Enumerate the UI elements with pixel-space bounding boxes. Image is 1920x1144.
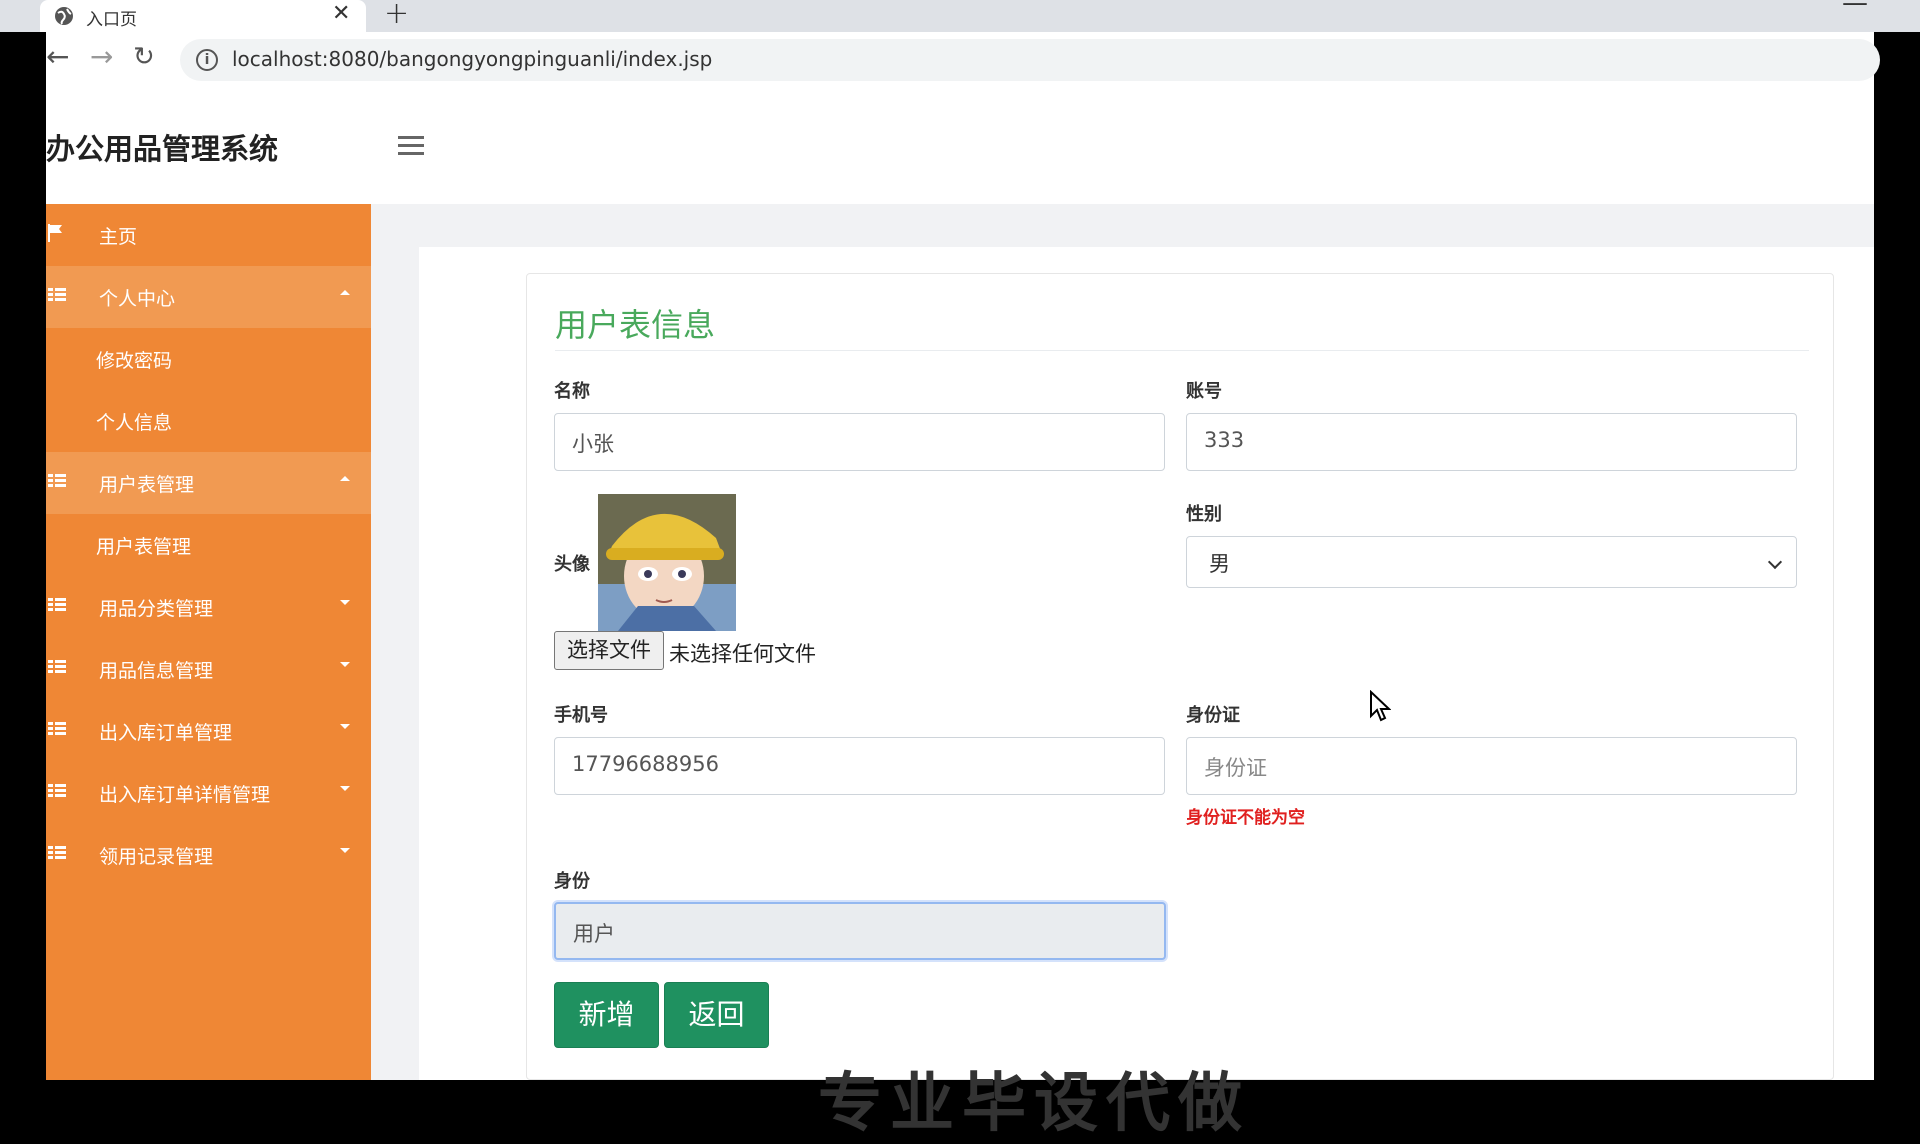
divider [555, 350, 1809, 351]
browser-toolbar: ← → ↻ i localhost:8080/bangongyongpingua… [46, 32, 1880, 88]
caret-up-icon [340, 476, 350, 481]
sidebar-item-personal-center[interactable]: 个人中心 [46, 266, 371, 328]
sidebar-item-order-management[interactable]: 出入库订单管理 [46, 700, 371, 762]
add-button[interactable]: 新增 [554, 982, 659, 1048]
caret-down-icon [340, 848, 350, 853]
sidebar-item-category-management[interactable]: 用品分类管理 [46, 576, 371, 638]
caret-down-icon [340, 600, 350, 605]
account-input[interactable]: 333 [1186, 413, 1797, 471]
minimize-window-button[interactable]: — [1842, 0, 1868, 18]
app-brand: 办公用品管理系统 [46, 132, 279, 166]
browser-tab[interactable]: 入口页 ✕ [40, 0, 366, 32]
id-card-input[interactable]: 身份证 [1186, 737, 1797, 795]
app-header: 办公用品管理系统 [46, 88, 1874, 204]
role-label: 身份 [554, 871, 590, 892]
sidebar-item-user-management[interactable]: 用户表管理 [46, 452, 371, 514]
choose-file-button[interactable]: 选择文件 [554, 631, 664, 670]
sidebar-subitem-user-management[interactable]: 用户表管理 [46, 514, 371, 576]
id-card-error: 身份证不能为空 [1186, 808, 1305, 828]
sidebar-item-label: 个人信息 [96, 412, 173, 434]
grid-icon [48, 598, 66, 612]
browser-tabbar: 入口页 ✕ + — [0, 0, 1920, 32]
phone-input[interactable]: 17796688956 [554, 737, 1165, 795]
grid-icon [48, 846, 66, 860]
reload-icon[interactable]: ↻ [133, 42, 155, 72]
name-label: 名称 [554, 381, 590, 402]
sidebar-item-usage-record-management[interactable]: 领用记录管理 [46, 824, 371, 886]
role-input[interactable]: 用户 [554, 902, 1166, 960]
sidebar-item-label: 主页 [99, 226, 138, 248]
account-label: 账号 [1186, 381, 1222, 402]
sidebar-item-label: 出入库订单详情管理 [99, 784, 271, 806]
sidebar-item-order-detail-management[interactable]: 出入库订单详情管理 [46, 762, 371, 824]
caret-down-icon [340, 662, 350, 667]
address-bar[interactable]: i localhost:8080/bangongyongpinguanli/in… [180, 39, 1880, 81]
close-tab-icon[interactable]: ✕ [332, 1, 350, 26]
back-button[interactable]: 返回 [664, 982, 769, 1048]
sidebar-subitem-personal-info[interactable]: 个人信息 [46, 390, 371, 452]
grid-icon [48, 288, 66, 302]
grid-icon [48, 722, 66, 736]
sidebar-item-product-management[interactable]: 用品信息管理 [46, 638, 371, 700]
id-card-label: 身份证 [1186, 705, 1240, 726]
avatar-illustration [598, 494, 736, 631]
sidebar-item-label: 个人中心 [99, 288, 176, 310]
grid-icon [48, 660, 66, 674]
menu-toggle-icon[interactable] [398, 136, 424, 156]
sidebar-item-label: 领用记录管理 [99, 846, 214, 868]
file-status-text: 未选择任何文件 [669, 642, 816, 666]
flag-icon [48, 224, 62, 242]
forward-arrow-icon[interactable]: → [90, 40, 113, 73]
globe-icon [55, 7, 73, 25]
caret-up-icon [340, 290, 350, 295]
sidebar-item-label: 用户表管理 [96, 536, 192, 558]
avatar-image [598, 494, 736, 631]
phone-label: 手机号 [554, 705, 608, 726]
caret-down-icon [340, 724, 350, 729]
sidebar-item-home[interactable]: 主页 [46, 204, 371, 266]
watermark-text: 专业毕设代做 [818, 1067, 1250, 1141]
screen: 入口页 ✕ + — ← → ↻ i localhost:8080/bangong… [0, 0, 1920, 1141]
sidebar-item-label: 修改密码 [96, 350, 173, 372]
sidebar-subitem-change-password[interactable]: 修改密码 [46, 328, 371, 390]
url-text[interactable]: localhost:8080/bangongyongpinguanli/inde… [232, 47, 712, 71]
new-tab-button[interactable]: + [384, 0, 409, 31]
sidebar-item-label: 用品信息管理 [99, 660, 214, 682]
sidebar-item-label: 用户表管理 [99, 474, 195, 496]
chevron-down-icon [1767, 554, 1783, 570]
mouse-cursor-icon [1370, 690, 1391, 722]
back-arrow-icon[interactable]: ← [46, 40, 69, 73]
caret-down-icon [340, 786, 350, 791]
grid-icon [48, 784, 66, 798]
gender-label: 性别 [1186, 504, 1222, 525]
sidebar: 主页 个人中心 修改密码 个人信息 用户表管理 用户表管理 用品分类管理 用品信… [46, 204, 371, 1080]
sidebar-item-label: 用品分类管理 [99, 598, 214, 620]
gender-selected-value: 男 [1209, 552, 1230, 576]
gender-select[interactable]: 男 [1186, 536, 1797, 588]
avatar-label: 头像 [554, 554, 590, 575]
sidebar-item-label: 出入库订单管理 [99, 722, 233, 744]
grid-icon [48, 474, 66, 488]
name-input[interactable]: 小张 [554, 413, 1165, 471]
tab-title: 入口页 [86, 10, 137, 30]
form-title: 用户表信息 [555, 306, 716, 344]
site-info-icon[interactable]: i [196, 49, 218, 71]
